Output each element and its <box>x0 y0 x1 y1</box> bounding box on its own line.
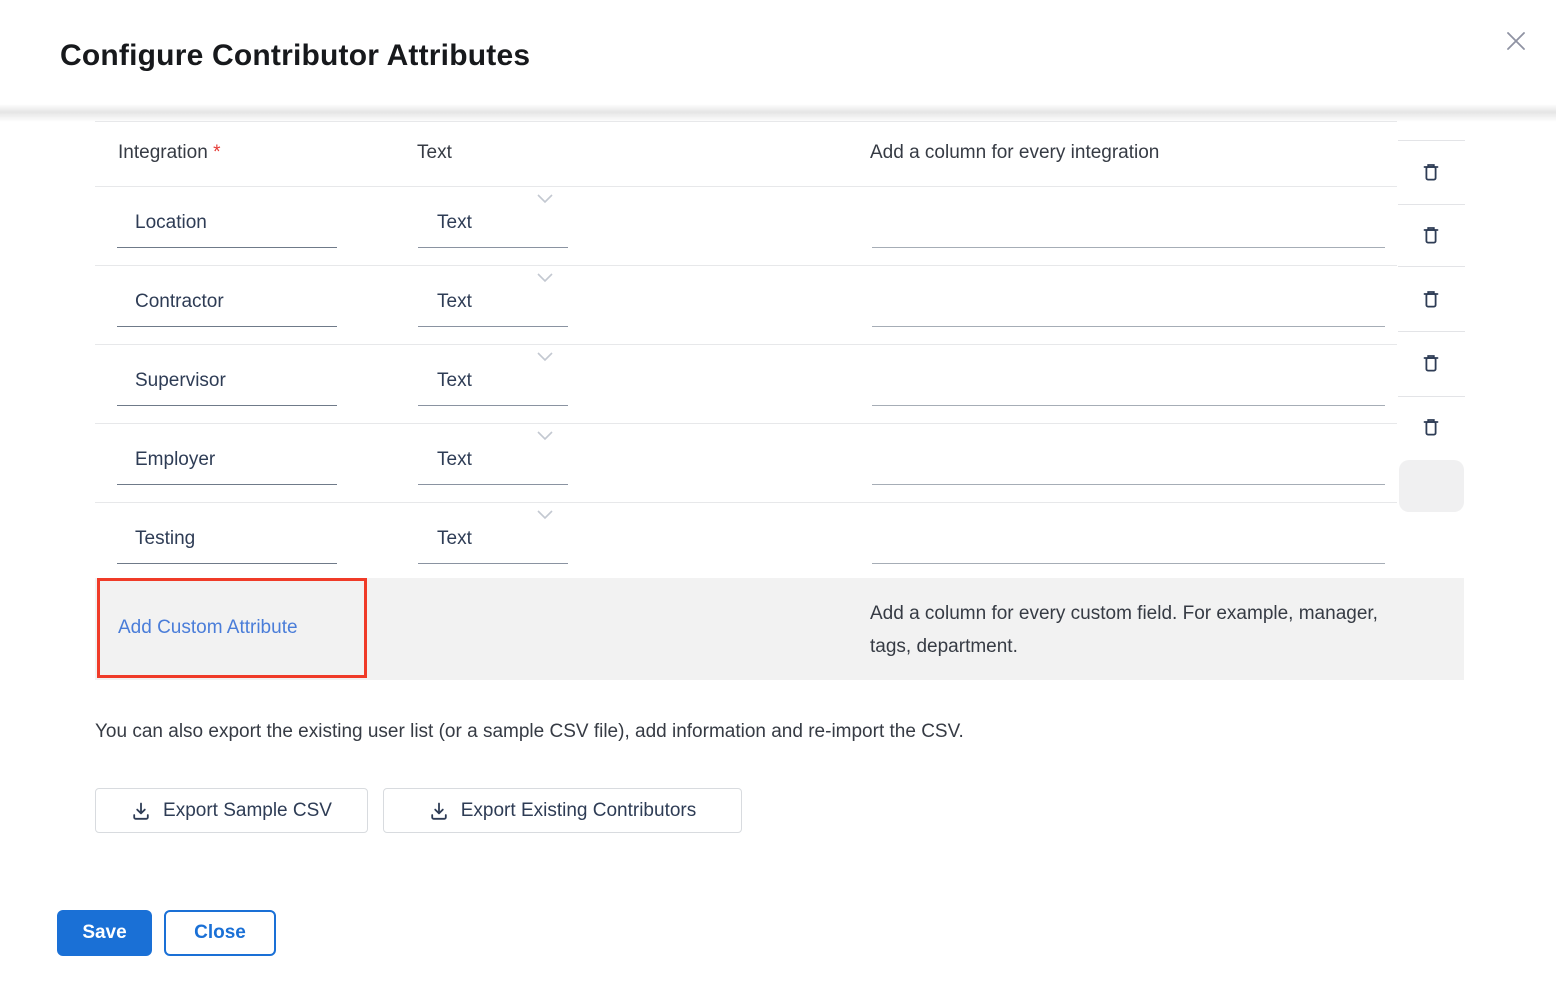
trash-divider <box>1398 204 1465 205</box>
integration-description: Add a column for every integration <box>870 140 1159 166</box>
add-custom-attribute-row: Add Custom Attribute Add a column for ev… <box>95 578 1464 680</box>
attribute-type-value: Text <box>437 210 472 236</box>
chevron-down-icon <box>536 272 554 283</box>
attribute-column-input[interactable] <box>872 502 1385 581</box>
attribute-row: Location Text <box>95 186 1397 265</box>
attribute-row: Supervisor Text <box>95 344 1397 423</box>
required-asterisk: * <box>213 142 220 163</box>
input-underline <box>117 247 337 248</box>
input-underline <box>872 563 1385 564</box>
attribute-name-value: Contractor <box>135 289 224 315</box>
attribute-row: Employer Text <box>95 423 1397 502</box>
attribute-type-value: Text <box>437 526 472 552</box>
attribute-name-input[interactable]: Supervisor <box>117 344 337 423</box>
integration-label: Integration * <box>118 140 220 166</box>
chevron-down-icon <box>536 509 554 520</box>
attribute-type-select[interactable]: Text <box>418 423 568 502</box>
trash-icon <box>1421 352 1441 375</box>
attribute-type-select[interactable]: Text <box>418 344 568 423</box>
scroll-shadow <box>0 104 1556 122</box>
delete-row-button[interactable] <box>1405 282 1457 316</box>
chevron-down-icon <box>536 193 554 204</box>
dialog-title: Configure Contributor Attributes <box>60 36 530 76</box>
close-icon[interactable] <box>1498 24 1534 60</box>
attribute-name-value: Supervisor <box>135 368 226 394</box>
chevron-down-icon <box>536 430 554 441</box>
save-button[interactable]: Save <box>57 910 152 956</box>
input-underline <box>117 563 337 564</box>
attribute-type-value: Text <box>437 447 472 473</box>
attribute-column-input[interactable] <box>872 186 1385 265</box>
select-underline <box>418 247 568 248</box>
export-sample-csv-button[interactable]: Export Sample CSV <box>95 788 368 833</box>
input-underline <box>117 405 337 406</box>
close-button[interactable]: Close <box>164 910 276 956</box>
trash-divider <box>1398 331 1465 332</box>
input-underline <box>117 326 337 327</box>
attribute-name-input[interactable]: Contractor <box>117 265 337 344</box>
add-custom-attribute-link[interactable]: Add Custom Attribute <box>118 615 298 641</box>
attribute-name-input[interactable]: Testing <box>117 502 337 581</box>
delete-row-button[interactable] <box>1405 218 1457 252</box>
configure-contributor-attributes-dialog: Configure Contributor Attributes Integra… <box>0 0 1556 996</box>
trash-icon <box>1421 288 1441 311</box>
select-underline <box>418 484 568 485</box>
attribute-type-select[interactable]: Text <box>418 186 568 265</box>
close-x-glyph <box>1501 26 1531 56</box>
export-existing-contributors-label: Export Existing Contributors <box>461 800 697 822</box>
attribute-column-input[interactable] <box>872 265 1385 344</box>
attribute-name-value: Employer <box>135 447 215 473</box>
integration-type: Text <box>417 140 452 166</box>
attribute-name-input[interactable]: Location <box>117 186 337 265</box>
input-underline <box>117 484 337 485</box>
download-icon <box>429 801 449 821</box>
trash-divider <box>1398 140 1465 141</box>
attribute-name-value: Location <box>135 210 207 236</box>
trash-divider <box>1398 396 1465 397</box>
select-underline <box>418 563 568 564</box>
custom-attribute-description: Add a column for every custom field. For… <box>870 597 1390 663</box>
attribute-name-input[interactable]: Employer <box>117 423 337 502</box>
attribute-name-value: Testing <box>135 526 195 552</box>
attribute-type-value: Text <box>437 289 472 315</box>
input-underline <box>872 405 1385 406</box>
delete-row-button[interactable] <box>1405 410 1457 444</box>
trash-icon <box>1421 416 1441 439</box>
attribute-type-value: Text <box>437 368 472 394</box>
attribute-row: Contractor Text <box>95 265 1397 344</box>
attribute-column-input[interactable] <box>872 344 1385 423</box>
input-underline <box>872 484 1385 485</box>
attribute-row: Testing Text <box>95 502 1397 578</box>
select-underline <box>418 405 568 406</box>
download-icon <box>131 801 151 821</box>
select-underline <box>418 326 568 327</box>
attribute-column-input[interactable] <box>872 423 1385 502</box>
integration-name: Integration <box>118 142 208 163</box>
trash-icon <box>1421 161 1441 184</box>
delete-row-button[interactable] <box>1405 155 1457 189</box>
input-underline <box>872 247 1385 248</box>
delete-row-button[interactable] <box>1405 346 1457 380</box>
chevron-down-icon <box>536 351 554 362</box>
input-underline <box>872 326 1385 327</box>
table-border <box>95 121 1397 122</box>
export-existing-contributors-button[interactable]: Export Existing Contributors <box>383 788 742 833</box>
attribute-type-select[interactable]: Text <box>418 265 568 344</box>
trash-icon <box>1421 224 1441 247</box>
trash-divider <box>1398 266 1465 267</box>
export-sample-csv-label: Export Sample CSV <box>163 800 332 822</box>
attribute-type-select[interactable]: Text <box>418 502 568 581</box>
export-note: You can also export the existing user li… <box>95 719 964 745</box>
delete-row-button-pressed[interactable] <box>1399 460 1464 512</box>
